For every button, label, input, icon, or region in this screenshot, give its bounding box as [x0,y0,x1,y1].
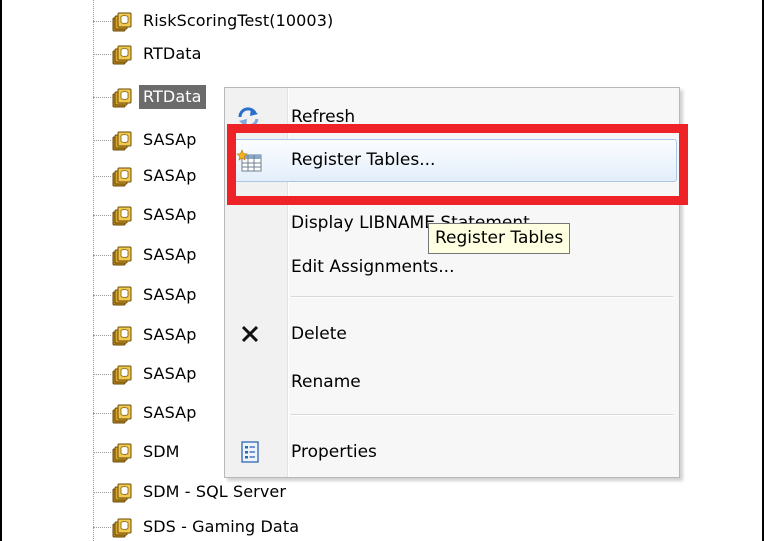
library-icon [112,12,132,32]
tree-connector [93,374,111,375]
menu-item-label: Delete [291,324,347,344]
tree-connector [93,255,111,256]
tree-item-label: RTData [139,85,206,109]
tree-connector [93,97,111,98]
tree-item-label: SASAp [143,166,197,185]
tree-connector [93,335,111,336]
library-icon [112,404,132,424]
library-icon [112,88,132,108]
menu-item-delete[interactable]: Delete [227,313,677,355]
tree-connector [93,295,111,296]
library-icon [112,286,132,306]
tree-item-label: SASAp [143,130,197,149]
tree-item-label: RTData [143,44,202,63]
tree-item-label: SASAp [143,364,197,383]
tree-item-label: SASAp [143,325,197,344]
menu-separator [291,296,673,298]
library-icon [112,45,132,65]
tree-item-label: RiskScoringTest(10003) [143,11,334,30]
library-icon [112,518,132,538]
library-icon [112,443,132,463]
library-icon [112,131,132,151]
tree-item-label: SDS - Gaming Data [143,517,300,536]
properties-icon [241,441,259,463]
tree-connector [93,21,111,22]
tree-item[interactable]: RiskScoringTest(10003) [93,5,693,38]
tree-item-label: SDM - SQL Server [143,482,287,501]
window-frame: RiskScoringTest(10003) RTData RTData SAS… [0,0,764,541]
tree-connector [93,215,111,216]
menu-item-label: Rename [291,372,361,392]
library-icon [112,365,132,385]
tree-item-label: SASAp [143,245,197,264]
tree-connector [93,176,111,177]
tree-connector [93,452,111,453]
menu-item-properties[interactable]: Properties [227,431,677,473]
tree-item-label: SDM [143,442,180,461]
annotation-highlight-box [227,124,688,205]
library-icon [112,483,132,503]
library-icon [112,246,132,266]
menu-item-rename[interactable]: Rename [227,361,677,403]
tree-item-label: SASAp [143,403,197,422]
tooltip: Register Tables [428,223,571,254]
tree-connector [93,140,111,141]
tree-connector [93,527,111,528]
tree-item[interactable]: RTData [93,38,693,71]
tree-item[interactable]: SDS - Gaming Data [93,511,693,541]
tree-connector [93,492,111,493]
library-icon [112,167,132,187]
tree-connector [93,413,111,414]
tree-item[interactable]: SDM - SQL Server [93,476,693,509]
tree-connector [93,54,111,55]
library-icon [112,326,132,346]
delete-icon [241,325,259,343]
menu-separator [291,414,673,416]
menu-item-label: Properties [291,442,377,462]
tree-item-label: SASAp [143,285,197,304]
tree-item-label: SASAp [143,205,197,224]
library-icon [112,206,132,226]
